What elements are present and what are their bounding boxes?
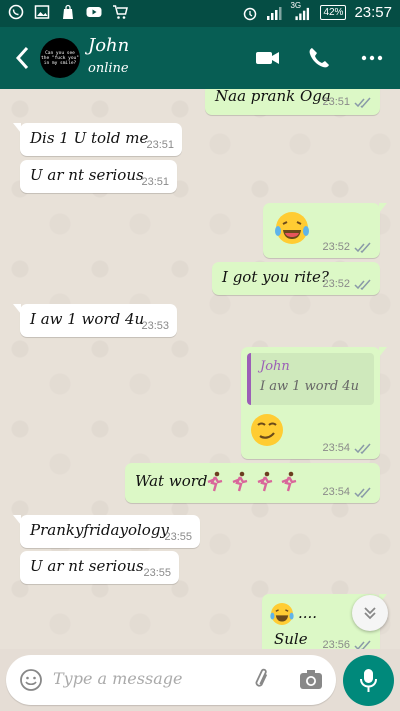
- phone-call-icon[interactable]: [306, 45, 334, 71]
- whatsapp-icon: [8, 4, 24, 20]
- message-time: 23:55: [143, 567, 171, 579]
- message-time: 23:56: [322, 639, 350, 649]
- back-arrow-icon[interactable]: [12, 44, 34, 72]
- message-time: 23:51: [322, 96, 350, 108]
- message-outgoing[interactable]: 23:52: [263, 203, 387, 258]
- avatar-text: Can you see the "fuck you" in my smile?: [41, 50, 79, 66]
- read-ticks-icon: [354, 487, 371, 498]
- running-woman-emoji: [232, 471, 248, 492]
- read-ticks-icon: [354, 242, 371, 253]
- message-outgoing-reply[interactable]: John I aw 1 word 4u 23:54: [241, 347, 387, 459]
- message-outgoing[interactable]: I got you rite? 23:52: [212, 262, 380, 295]
- message-time: 23:52: [322, 278, 350, 290]
- message-text: U ar nt serious: [30, 166, 144, 184]
- quoted-text: I aw 1 word 4u: [260, 379, 359, 394]
- message-time: 23:54: [322, 486, 350, 498]
- message-time: 23:53: [141, 320, 169, 332]
- message-time: 23:51: [141, 176, 169, 188]
- double-chevron-down-icon: [364, 607, 376, 620]
- running-woman-emoji: [207, 471, 223, 492]
- video-call-icon[interactable]: [254, 45, 282, 71]
- laughing-tears-emoji: [275, 212, 309, 244]
- signal-icon: [267, 6, 282, 20]
- message-text: U ar nt serious: [30, 557, 144, 575]
- contact-name[interactable]: John: [88, 35, 129, 56]
- message-text: Wat word: [135, 472, 208, 490]
- chat-area[interactable]: Naa prank Oga 23:51 Dis 1 U told me 23:5…: [0, 89, 400, 649]
- camera-icon[interactable]: [298, 668, 324, 692]
- message-incoming[interactable]: U ar nt serious 23:51: [20, 160, 177, 193]
- quoted-message[interactable]: John I aw 1 word 4u: [247, 353, 374, 405]
- contact-status: online: [88, 61, 129, 76]
- signal-3g-icon: 3G: [290, 1, 312, 21]
- laughing-tears-emoji: [270, 603, 294, 625]
- gallery-icon: [34, 5, 50, 19]
- emoji-picker-icon[interactable]: [19, 668, 43, 692]
- message-text: I aw 1 word 4u: [30, 310, 145, 328]
- running-woman-emoji: [281, 471, 297, 492]
- read-ticks-icon: [354, 279, 371, 290]
- status-bar: 3G 42% 23:57: [0, 0, 400, 27]
- running-woman-emoji: [257, 471, 272, 492]
- read-ticks-icon: [354, 97, 371, 108]
- message-time: 23:51: [146, 139, 174, 151]
- smirk-emoji: [251, 414, 283, 446]
- message-outgoing[interactable]: Naa prank Oga 23:51: [205, 89, 380, 115]
- more-options-icon[interactable]: [358, 45, 386, 71]
- message-text: Dis 1 U told me: [30, 129, 149, 147]
- read-ticks-icon: [354, 443, 371, 454]
- cart-icon: [113, 5, 128, 19]
- message-time: 23:54: [322, 442, 350, 454]
- avatar[interactable]: Can you see the "fuck you" in my smile?: [40, 38, 80, 78]
- quoted-author: John: [260, 359, 290, 374]
- message-text: Naa prank Oga: [215, 89, 331, 105]
- message-input-bar: Type a message: [6, 655, 336, 705]
- message-text: Prankyfridayology: [30, 521, 169, 539]
- battery-indicator: 42%: [320, 5, 347, 20]
- message-text: ....: [298, 604, 318, 622]
- message-outgoing[interactable]: Wat word 23:54: [125, 463, 380, 503]
- message-input[interactable]: Type a message: [53, 669, 182, 688]
- running-woman-emoji-group: [205, 471, 299, 493]
- attach-icon[interactable]: [250, 667, 276, 693]
- scroll-to-bottom-button[interactable]: [352, 595, 388, 631]
- message-incoming[interactable]: I aw 1 word 4u 23:53: [13, 304, 177, 337]
- chat-header: Can you see the "fuck you" in my smile? …: [0, 27, 400, 89]
- read-ticks-icon: [354, 640, 371, 649]
- message-text-line2: Sule: [274, 630, 308, 648]
- message-time: 23:52: [322, 241, 350, 253]
- clock: 23:57: [354, 4, 392, 21]
- shop-icon: [63, 4, 73, 19]
- alarm-icon: [244, 7, 257, 20]
- youtube-icon: [86, 7, 102, 17]
- message-incoming[interactable]: Prankyfridayology 23:55: [13, 515, 200, 548]
- message-incoming[interactable]: Dis 1 U told me 23:51: [13, 123, 182, 156]
- voice-record-button[interactable]: [343, 655, 394, 706]
- message-text: I got you rite?: [222, 268, 329, 286]
- message-incoming[interactable]: U ar nt serious 23:55: [20, 551, 179, 584]
- message-time: 23:55: [164, 531, 192, 543]
- microphone-icon: [360, 669, 377, 692]
